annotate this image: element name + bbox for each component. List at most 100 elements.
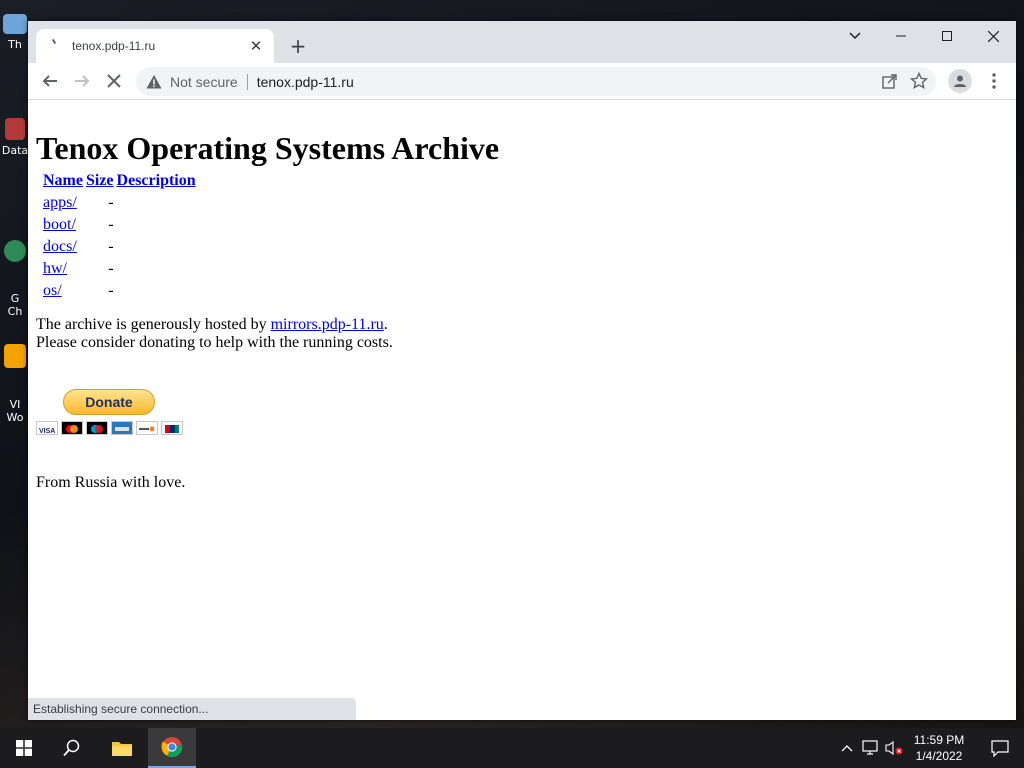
table-row: os/ - xyxy=(43,282,196,300)
stop-x-icon xyxy=(107,74,121,88)
show-hidden-icons-button[interactable] xyxy=(836,728,858,768)
maximize-button[interactable] xyxy=(924,21,970,51)
description-cell xyxy=(117,260,196,278)
table-row: docs/ - xyxy=(43,238,196,256)
desktop-icon-th[interactable]: Th xyxy=(0,14,30,51)
system-clock[interactable]: 11:59 PM 1/4/2022 xyxy=(903,732,975,764)
table-header-row: Name Size Description xyxy=(43,172,196,190)
start-button[interactable] xyxy=(0,728,48,768)
paypal-donate-button[interactable]: Donate xyxy=(63,389,155,415)
maestro-icon xyxy=(86,421,108,435)
tab-strip: tenox.pdp-11.ru ✕ + xyxy=(28,21,1016,63)
forward-button[interactable] xyxy=(68,67,96,95)
taskbar: 11:59 PM 1/4/2022 xyxy=(0,728,1024,768)
browser-toolbar: Not secure tenox.pdp-11.ru xyxy=(28,63,1016,100)
search-icon xyxy=(63,739,80,757)
tab-title: tenox.pdp-11.ru xyxy=(72,39,156,53)
tab-search-button[interactable] xyxy=(832,21,878,51)
page-title: Tenox Operating Systems Archive xyxy=(36,130,500,166)
minimize-button[interactable] xyxy=(878,21,924,51)
search-button[interactable] xyxy=(48,728,96,768)
browser-menu-button[interactable] xyxy=(986,71,1002,91)
directory-listing: Name Size Description apps/ - boot/ - do… xyxy=(40,168,199,304)
payment-cards: VISA xyxy=(36,421,183,435)
header-description[interactable]: Description xyxy=(117,172,196,190)
sort-by-size-link[interactable]: Size xyxy=(86,172,114,189)
page-content: Tenox Operating Systems Archive Name Siz… xyxy=(28,100,1016,720)
arrow-right-icon xyxy=(75,75,90,87)
desktop-icon-vmware[interactable]: VI Wo xyxy=(0,318,30,437)
bookmark-star-icon[interactable] xyxy=(910,72,928,90)
description-cell xyxy=(117,238,196,256)
vmware-shortcut-icon xyxy=(4,344,26,368)
status-bubble: Establishing secure connection... xyxy=(28,698,356,720)
directory-link[interactable]: docs/ xyxy=(43,238,77,255)
directory-link[interactable]: hw/ xyxy=(43,260,67,277)
header-size[interactable]: Size xyxy=(86,172,114,190)
clock-date: 1/4/2022 xyxy=(915,749,963,763)
maximize-icon xyxy=(942,31,952,41)
windows-logo-icon xyxy=(16,740,32,756)
person-icon xyxy=(954,75,966,87)
arrow-left-icon xyxy=(42,75,57,87)
browser-window: tenox.pdp-11.ru ✕ + Not secure tenox.pdp… xyxy=(28,21,1016,720)
table-row: boot/ - xyxy=(43,216,196,234)
sort-by-description-link[interactable]: Description xyxy=(117,172,196,189)
notifications-button[interactable] xyxy=(976,728,1024,768)
new-tab-button[interactable]: + xyxy=(286,34,310,58)
warning-triangle-icon[interactable] xyxy=(146,74,162,90)
mastercard-icon xyxy=(61,421,83,435)
directory-link[interactable]: boot/ xyxy=(43,216,76,233)
chrome-icon xyxy=(161,737,183,758)
network-tray-button[interactable] xyxy=(858,728,882,768)
description-cell xyxy=(117,216,196,234)
size-cell: - xyxy=(108,194,114,211)
visa-icon: VISA xyxy=(36,421,58,435)
speaker-muted-icon xyxy=(885,740,903,756)
desktop-icon-label: VI Wo xyxy=(6,398,24,424)
sort-by-name-link[interactable]: Name xyxy=(43,172,83,189)
browser-tab[interactable]: tenox.pdp-11.ru ✕ xyxy=(36,29,274,63)
url-text[interactable]: tenox.pdp-11.ru xyxy=(257,74,354,90)
address-bar[interactable]: Not secure tenox.pdp-11.ru xyxy=(136,67,936,96)
size-cell: - xyxy=(108,216,114,233)
description-cell xyxy=(117,194,196,212)
loading-spinner-icon xyxy=(50,38,66,54)
discover-icon xyxy=(136,421,158,435)
size-cell: - xyxy=(108,282,114,299)
more-vert-icon xyxy=(992,73,996,89)
size-cell: - xyxy=(108,260,114,277)
chrome-shortcut-icon xyxy=(4,240,26,262)
svg-text:VISA: VISA xyxy=(39,428,55,435)
mirrors-link[interactable]: mirrors.pdp-11.ru xyxy=(271,316,384,333)
stop-loading-button[interactable] xyxy=(100,67,128,95)
share-icon[interactable] xyxy=(882,74,898,89)
clock-time: 11:59 PM xyxy=(913,733,965,747)
chrome-taskbar-button[interactable] xyxy=(148,728,196,768)
profile-avatar[interactable] xyxy=(948,69,972,93)
table-row: apps/ - xyxy=(43,194,196,212)
desktop-icon-data[interactable]: Data xyxy=(0,118,30,157)
header-name[interactable]: Name xyxy=(43,172,83,190)
hosted-prefix: The archive is generously hosted by xyxy=(36,316,271,333)
file-explorer-button[interactable] xyxy=(98,728,146,768)
close-tab-icon[interactable]: ✕ xyxy=(246,36,266,56)
folder-icon xyxy=(112,742,132,756)
desktop-icon-label: Data xyxy=(1,144,29,157)
minimize-icon xyxy=(896,35,906,37)
hosting-note: The archive is generously hosted by mirr… xyxy=(36,316,393,352)
close-window-button[interactable] xyxy=(970,21,1016,51)
directory-link[interactable]: apps/ xyxy=(43,194,77,211)
directory-link[interactable]: os/ xyxy=(43,282,62,299)
security-label[interactable]: Not secure xyxy=(170,74,238,90)
chevron-up-icon xyxy=(841,745,853,752)
description-cell xyxy=(117,282,196,300)
desktop-icon-label: G Ch xyxy=(7,292,23,318)
back-button[interactable] xyxy=(36,67,64,95)
unionpay-icon xyxy=(161,421,183,435)
desktop-icon-chrome[interactable]: G Ch xyxy=(0,214,30,331)
speech-bubble-icon xyxy=(991,740,1009,757)
omnibox-divider xyxy=(246,73,248,90)
database-shortcut-icon xyxy=(5,118,25,140)
footer-text: From Russia with love. xyxy=(36,474,186,491)
